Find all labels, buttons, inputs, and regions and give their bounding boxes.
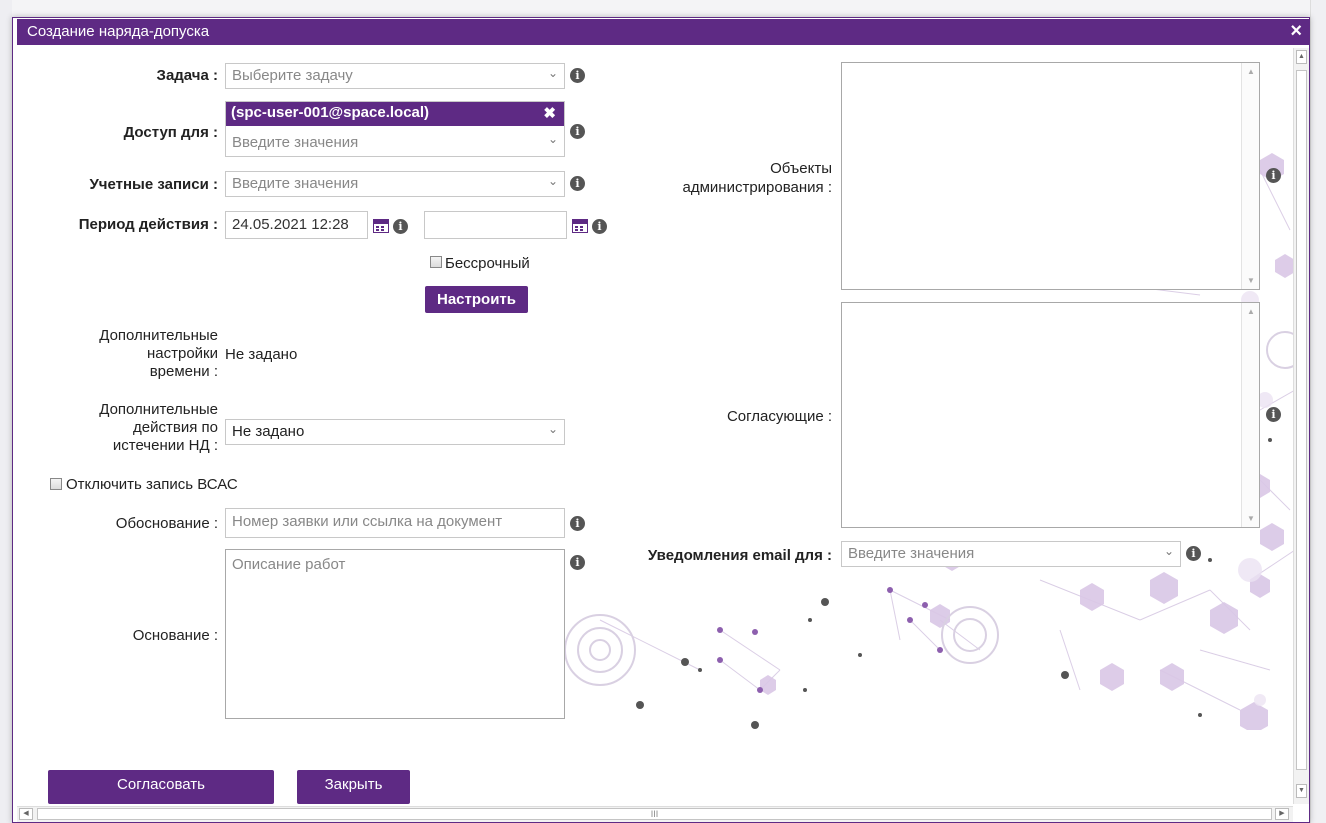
scroll-up-icon[interactable]: ▲ xyxy=(1247,307,1255,316)
admin-objects-label-line: администрирования : xyxy=(682,179,833,196)
extra-actions-select[interactable]: Не задано ⌄ xyxy=(225,419,565,445)
textarea-scrollbar[interactable]: ▲ ▼ xyxy=(1241,63,1259,289)
approvers-textarea[interactable]: ▲ ▼ xyxy=(841,302,1260,528)
info-icon[interactable]: i xyxy=(1186,546,1201,561)
scrollbar-thumb[interactable]: III xyxy=(37,808,1272,820)
approvers-label: Согласующие : xyxy=(726,408,832,425)
scrollbar-grip: III xyxy=(650,809,659,819)
chevron-down-icon: ⌄ xyxy=(547,174,558,188)
user-chip-label: (spc-user-001@space.local) xyxy=(231,104,430,121)
disable-recording-label: Отключить запись ВСАС xyxy=(66,476,238,493)
accounts-placeholder: Введите значения xyxy=(232,175,359,192)
dialog-vertical-scrollbar[interactable]: ▲ ▼ xyxy=(1293,48,1309,804)
email-notify-label: Уведомления email для : xyxy=(647,547,832,564)
configure-button[interactable]: Настроить xyxy=(425,286,528,313)
basis-textarea[interactable]: Описание работ xyxy=(225,549,565,719)
justification-label: Обоснование : xyxy=(115,515,218,532)
period-end-input[interactable] xyxy=(424,211,567,239)
scroll-down-icon[interactable]: ▼ xyxy=(1296,784,1307,798)
scroll-right-icon[interactable]: ▶ xyxy=(1275,808,1289,820)
info-icon[interactable]: i xyxy=(393,219,408,234)
scroll-up-icon[interactable]: ▲ xyxy=(1296,50,1307,64)
extra-actions-label-line: Дополнительные xyxy=(99,401,218,418)
approve-button[interactable]: Согласовать xyxy=(48,770,274,804)
calendar-icon[interactable] xyxy=(373,219,389,233)
access-for-label: Доступ для : xyxy=(123,124,218,141)
extra-actions-label: Дополнительные действия по истечении НД … xyxy=(20,401,218,455)
close-button[interactable]: Закрыть xyxy=(297,770,410,804)
accounts-label: Учетные записи : xyxy=(89,176,218,193)
extra-time-label-line: настройки xyxy=(146,345,218,362)
accounts-select[interactable]: Введите значения ⌄ xyxy=(225,171,565,197)
access-for-multiselect[interactable]: (spc-user-001@space.local) ✖ Введите зна… xyxy=(225,101,565,157)
period-start-input[interactable]: 24.05.2021 12:28 xyxy=(225,211,368,239)
extra-time-label: Дополнительные настройки времени : xyxy=(20,327,218,381)
email-notify-placeholder: Введите значения xyxy=(848,545,975,562)
chevron-down-icon: ⌄ xyxy=(1163,544,1174,558)
extra-actions-label-line: истечении НД : xyxy=(112,437,218,454)
extra-time-label-line: времени : xyxy=(149,363,218,380)
scrollbar-thumb[interactable] xyxy=(1296,70,1307,770)
extra-time-value: Не задано xyxy=(225,346,298,363)
indefinite-label: Бессрочный xyxy=(445,255,530,272)
task-select-placeholder: Выберите задачу xyxy=(232,67,353,84)
access-for-placeholder: Введите значения xyxy=(232,134,359,151)
admin-objects-label-line: Объекты xyxy=(770,160,832,177)
period-label: Период действия : xyxy=(78,216,218,233)
background-right-strip xyxy=(1310,0,1326,823)
info-icon[interactable]: i xyxy=(570,124,585,139)
chevron-down-icon: ⌄ xyxy=(547,66,558,80)
justification-input[interactable]: Номер заявки или ссылка на документ xyxy=(225,508,565,538)
close-icon[interactable]: × xyxy=(1290,21,1302,41)
task-label: Задача : xyxy=(156,67,218,84)
calendar-icon[interactable] xyxy=(572,219,588,233)
user-chip: (spc-user-001@space.local) ✖ xyxy=(226,102,564,126)
chevron-down-icon: ⌄ xyxy=(547,422,558,436)
basis-label: Основание : xyxy=(132,627,218,644)
scroll-up-icon[interactable]: ▲ xyxy=(1247,67,1255,76)
info-icon[interactable]: i xyxy=(1266,168,1281,183)
disable-recording-checkbox[interactable] xyxy=(50,478,62,490)
admin-objects-label: Объекты администрирования : xyxy=(620,159,833,197)
dialog-titlebar: Создание наряда-допуска × xyxy=(17,19,1310,45)
scroll-down-icon[interactable]: ▼ xyxy=(1247,514,1255,523)
scroll-down-icon[interactable]: ▼ xyxy=(1247,276,1255,285)
admin-objects-textarea[interactable]: ▲ ▼ xyxy=(841,62,1260,290)
background-left-strip xyxy=(0,0,12,823)
email-notify-select[interactable]: Введите значения ⌄ xyxy=(841,541,1181,567)
info-icon[interactable]: i xyxy=(1266,407,1281,422)
textarea-scrollbar[interactable]: ▲ ▼ xyxy=(1241,303,1259,527)
extra-actions-value: Не задано xyxy=(232,423,305,440)
indefinite-checkbox[interactable] xyxy=(430,256,442,268)
info-icon[interactable]: i xyxy=(570,516,585,531)
info-icon[interactable]: i xyxy=(570,555,585,570)
extra-actions-label-line: действия по xyxy=(133,419,218,436)
dialog-horizontal-scrollbar[interactable]: ◀ III ▶ xyxy=(17,806,1293,822)
chevron-down-icon: ⌄ xyxy=(547,132,558,146)
info-icon[interactable]: i xyxy=(570,68,585,83)
remove-chip-icon[interactable]: ✖ xyxy=(543,104,556,122)
info-icon[interactable]: i xyxy=(592,219,607,234)
dialog-title: Создание наряда-допуска xyxy=(27,23,210,40)
info-icon[interactable]: i xyxy=(570,176,585,191)
scroll-left-icon[interactable]: ◀ xyxy=(19,808,33,820)
task-select[interactable]: Выберите задачу ⌄ xyxy=(225,63,565,89)
extra-time-label-line: Дополнительные xyxy=(99,327,218,344)
